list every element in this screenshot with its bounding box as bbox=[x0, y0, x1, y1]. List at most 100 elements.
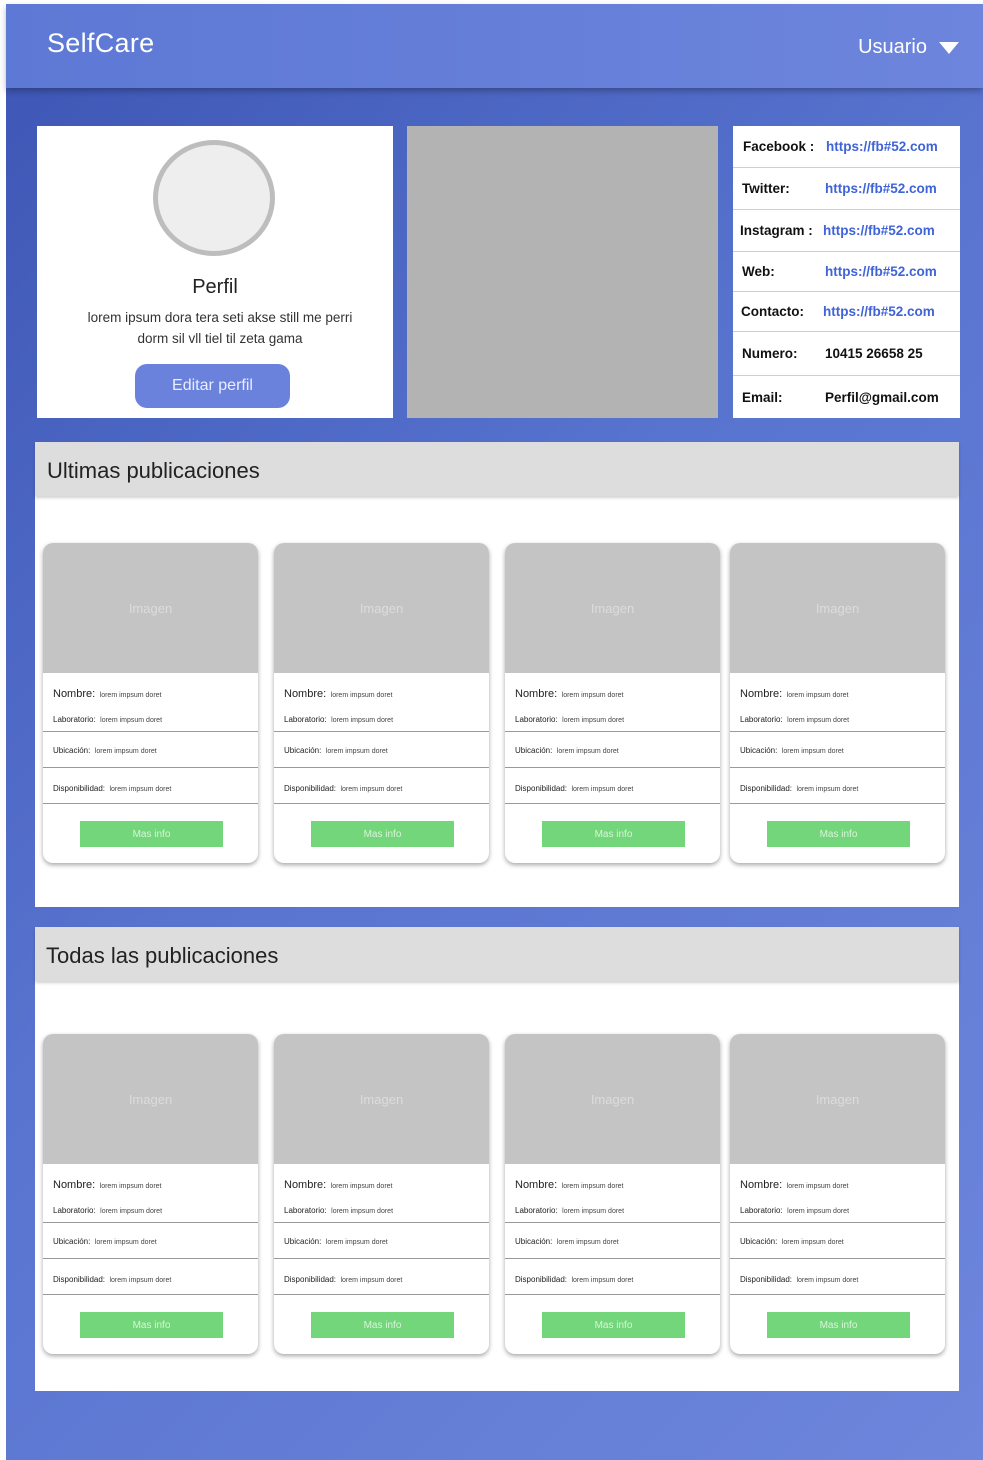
email-value: Perfil@gmail.com bbox=[825, 389, 939, 405]
image-placeholder: Imagen bbox=[730, 1034, 945, 1164]
more-info-button[interactable]: Mas info bbox=[542, 821, 685, 847]
divider bbox=[274, 803, 489, 804]
card-availability: Disponibilidad: lorem impsum doret bbox=[515, 1275, 634, 1284]
user-menu[interactable]: Usuario bbox=[858, 36, 959, 59]
social-info-table: Facebook : https://fb#52.com Twitter: ht… bbox=[733, 126, 960, 418]
image-placeholder: Imagen bbox=[505, 543, 720, 673]
card-lab: Laboratorio: lorem impsum doret bbox=[740, 715, 850, 724]
card-name: Nombre: lorem impsum doret bbox=[740, 688, 849, 700]
card-availability: Disponibilidad: lorem impsum doret bbox=[515, 784, 634, 793]
social-key: Twitter: bbox=[742, 181, 790, 196]
profile-title: Perfil bbox=[192, 276, 238, 298]
social-key: Contacto: bbox=[741, 304, 804, 319]
more-info-button[interactable]: Mas info bbox=[80, 821, 223, 847]
profile-card: Perfil lorem ipsum dora tera seti akse s… bbox=[37, 126, 393, 418]
section-title: Todas las publicaciones bbox=[46, 943, 279, 968]
publication-card: Imagen Nombre: lorem impsum doret Labora… bbox=[730, 1034, 945, 1354]
divider bbox=[274, 1294, 489, 1295]
publication-card: Imagen Nombre: lorem impsum doret Labora… bbox=[505, 543, 720, 863]
card-availability: Disponibilidad: lorem impsum doret bbox=[740, 1275, 859, 1284]
card-location: Ubicación: lorem impsum doret bbox=[515, 1237, 619, 1246]
more-info-button[interactable]: Mas info bbox=[767, 1312, 910, 1338]
divider bbox=[43, 1258, 258, 1259]
social-row-web: Web: https://fb#52.com bbox=[733, 252, 960, 292]
card-lab: Laboratorio: lorem impsum doret bbox=[284, 715, 394, 724]
twitter-link[interactable]: https://fb#52.com bbox=[825, 181, 937, 196]
divider bbox=[730, 767, 945, 768]
section-title: Ultimas publicaciones bbox=[47, 458, 260, 483]
user-menu-label[interactable]: Usuario bbox=[858, 36, 927, 59]
image-placeholder: Imagen bbox=[43, 1034, 258, 1164]
divider bbox=[274, 767, 489, 768]
card-availability: Disponibilidad: lorem impsum doret bbox=[284, 784, 403, 793]
web-link[interactable]: https://fb#52.com bbox=[825, 264, 937, 279]
section-header: Todas las publicaciones bbox=[35, 927, 959, 981]
publication-card: Imagen Nombre: lorem impsum doret Labora… bbox=[274, 1034, 489, 1354]
social-key: Facebook : bbox=[743, 139, 815, 154]
image-placeholder: Imagen bbox=[274, 1034, 489, 1164]
card-lab: Laboratorio: lorem impsum doret bbox=[53, 1206, 163, 1215]
section-header: Ultimas publicaciones bbox=[35, 442, 959, 496]
social-key: Email: bbox=[742, 389, 783, 405]
more-info-button[interactable]: Mas info bbox=[80, 1312, 223, 1338]
social-row-instagram: Instagram : https://fb#52.com bbox=[733, 210, 960, 252]
image-placeholder: Imagen bbox=[43, 543, 258, 673]
more-info-button[interactable]: Mas info bbox=[311, 1312, 454, 1338]
social-row-email: Email: Perfil@gmail.com bbox=[733, 376, 960, 418]
divider bbox=[43, 767, 258, 768]
social-key: Instagram : bbox=[740, 223, 813, 238]
phone-number: 10415 26658 25 bbox=[825, 346, 923, 361]
divider bbox=[505, 1222, 720, 1223]
publication-card: Imagen Nombre: lorem impsum doret Labora… bbox=[505, 1034, 720, 1354]
divider bbox=[274, 1222, 489, 1223]
brand-logo[interactable]: SelfCare bbox=[47, 28, 154, 59]
social-row-facebook: Facebook : https://fb#52.com bbox=[733, 126, 960, 168]
app-frame: SelfCare Usuario Perfil lorem ipsum dora… bbox=[6, 4, 983, 1460]
social-row-number: Numero: 10415 26658 25 bbox=[733, 332, 960, 376]
divider bbox=[730, 1222, 945, 1223]
card-lab: Laboratorio: lorem impsum doret bbox=[53, 715, 163, 724]
divider bbox=[505, 803, 720, 804]
publication-card: Imagen Nombre: lorem impsum doret Labora… bbox=[274, 543, 489, 863]
card-location: Ubicación: lorem impsum doret bbox=[740, 746, 844, 755]
image-placeholder: Imagen bbox=[730, 543, 945, 673]
divider bbox=[43, 731, 258, 732]
card-location: Ubicación: lorem impsum doret bbox=[284, 1237, 388, 1246]
divider bbox=[730, 803, 945, 804]
card-location: Ubicación: lorem impsum doret bbox=[53, 1237, 157, 1246]
facebook-link[interactable]: https://fb#52.com bbox=[826, 139, 938, 154]
navbar: SelfCare Usuario bbox=[6, 4, 983, 88]
card-location: Ubicación: lorem impsum doret bbox=[284, 746, 388, 755]
more-info-button[interactable]: Mas info bbox=[311, 821, 454, 847]
card-location: Ubicación: lorem impsum doret bbox=[53, 746, 157, 755]
divider bbox=[43, 1294, 258, 1295]
instagram-link[interactable]: https://fb#52.com bbox=[823, 223, 935, 238]
divider bbox=[505, 767, 720, 768]
divider bbox=[274, 1258, 489, 1259]
chevron-down-icon[interactable] bbox=[939, 41, 959, 54]
card-availability: Disponibilidad: lorem impsum doret bbox=[53, 784, 172, 793]
edit-profile-button[interactable]: Editar perfil bbox=[135, 364, 290, 408]
more-info-button[interactable]: Mas info bbox=[767, 821, 910, 847]
profile-description: lorem ipsum dora tera seti akse still me… bbox=[87, 310, 353, 346]
divider bbox=[730, 1258, 945, 1259]
avatar bbox=[153, 140, 275, 256]
divider bbox=[730, 1294, 945, 1295]
publication-card: Imagen Nombre: lorem impsum doret Labora… bbox=[730, 543, 945, 863]
all-publications-section: Todas las publicaciones Imagen Nombre: l… bbox=[35, 927, 959, 1391]
contact-link[interactable]: https://fb#52.com bbox=[823, 304, 935, 319]
cover-image-placeholder bbox=[407, 126, 718, 418]
card-name: Nombre: lorem impsum doret bbox=[515, 688, 624, 700]
card-name: Nombre: lorem impsum doret bbox=[740, 1179, 849, 1191]
card-name: Nombre: lorem impsum doret bbox=[515, 1179, 624, 1191]
divider bbox=[274, 731, 489, 732]
card-lab: Laboratorio: lorem impsum doret bbox=[740, 1206, 850, 1215]
card-lab: Laboratorio: lorem impsum doret bbox=[284, 1206, 394, 1215]
publication-card: Imagen Nombre: lorem impsum doret Labora… bbox=[43, 543, 258, 863]
more-info-button[interactable]: Mas info bbox=[542, 1312, 685, 1338]
image-placeholder: Imagen bbox=[505, 1034, 720, 1164]
divider bbox=[505, 1258, 720, 1259]
card-location: Ubicación: lorem impsum doret bbox=[515, 746, 619, 755]
divider bbox=[730, 731, 945, 732]
divider bbox=[505, 1294, 720, 1295]
